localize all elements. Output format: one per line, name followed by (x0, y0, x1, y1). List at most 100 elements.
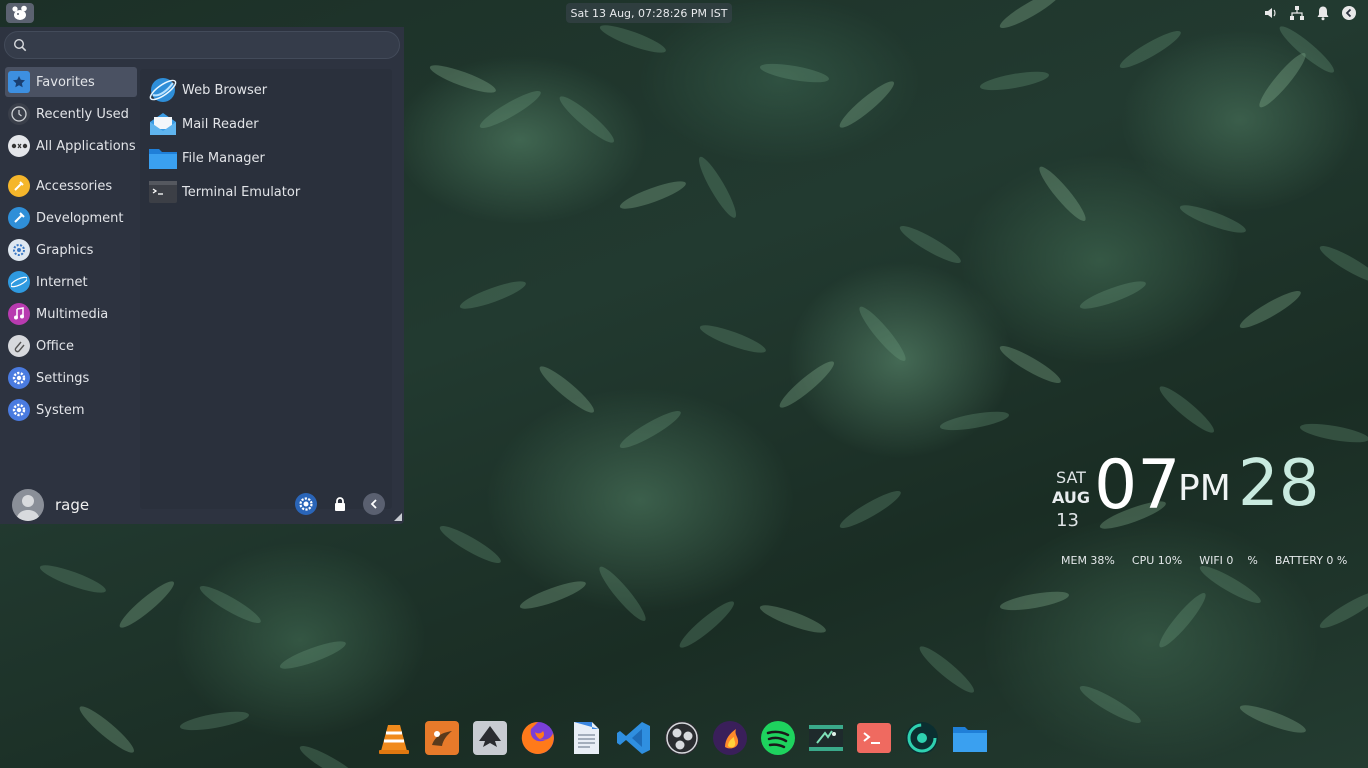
terminal-dock-icon[interactable] (854, 718, 894, 758)
leaf-decoration (675, 596, 739, 653)
system-tray (1262, 3, 1358, 23)
app-file-manager[interactable]: File Manager (140, 141, 392, 175)
settings-icon (8, 367, 30, 389)
leaf-decoration (37, 560, 109, 598)
leaf-decoration (178, 707, 251, 734)
vlc-icon[interactable] (374, 718, 414, 758)
accessories-icon (8, 175, 30, 197)
search-icon (13, 38, 27, 52)
firefox-icon[interactable] (518, 718, 558, 758)
leaf-decoration (1316, 585, 1368, 634)
app-list: Web Browser Mail Reader File Manager Termin… (140, 69, 392, 509)
settings-manager-icon (299, 497, 313, 511)
network-icon[interactable] (1288, 3, 1306, 23)
category-recently-used[interactable]: Recently Used (5, 99, 137, 129)
leaf-decoration (1237, 700, 1309, 738)
leaf-decoration (75, 701, 139, 758)
vscode-icon[interactable] (614, 718, 654, 758)
menu-footer: rage (0, 485, 404, 523)
search-input[interactable] (35, 37, 375, 53)
category-multimedia[interactable]: Multimedia (5, 299, 137, 329)
star-icon (8, 71, 30, 93)
development-icon (8, 207, 30, 229)
mouse-logo-icon (12, 5, 27, 20)
multimedia-icon (8, 303, 30, 325)
gimp-icon[interactable] (422, 718, 462, 758)
all-apps-icon (8, 135, 30, 157)
clock-icon (8, 103, 30, 125)
leaf-decoration (594, 562, 651, 626)
leaf-decoration (196, 580, 265, 629)
category-system[interactable]: System (5, 395, 137, 425)
category-list: Favorites Recently Used All Applications Ac… (5, 67, 137, 427)
leaf-decoration (457, 276, 529, 314)
avatar[interactable] (12, 489, 44, 521)
leaf-decoration (1254, 48, 1311, 112)
leaf-decoration (854, 302, 911, 366)
panel-clock[interactable]: Sat 13 Aug, 07:28:26 PM IST (566, 3, 732, 23)
internet-icon (8, 271, 30, 293)
leaf-decoration (915, 641, 979, 698)
lock-screen-button[interactable] (329, 493, 351, 515)
obs-icon[interactable] (662, 718, 702, 758)
text-editor-icon[interactable] (566, 718, 606, 758)
app-web-browser[interactable]: Web Browser (140, 73, 392, 107)
conky-hour: 07 (1094, 446, 1181, 525)
leaf-decoration (1298, 420, 1368, 447)
category-favorites[interactable]: Favorites (5, 67, 137, 97)
leaf-decoration (436, 520, 505, 569)
dock (374, 718, 990, 764)
category-accessories[interactable]: Accessories (5, 171, 137, 201)
category-label: Graphics (36, 242, 94, 258)
leaf-decoration (1154, 588, 1211, 652)
app-label: File Manager (182, 150, 265, 166)
category-settings[interactable]: Settings (5, 363, 137, 393)
back-button[interactable] (363, 493, 385, 515)
category-label: Development (36, 210, 124, 226)
app-mail-reader[interactable]: Mail Reader (140, 107, 392, 141)
system-stats: MEM 38% CPU 10% WIFI 0 % BATTERY 0 % (1061, 554, 1364, 567)
back-icon (370, 499, 377, 509)
battery-stat: BATTERY 0 % (1274, 554, 1348, 567)
gitkraken-icon[interactable] (902, 718, 942, 758)
cpu-stat: CPU 10% (1131, 554, 1183, 567)
category-label: Internet (36, 274, 88, 290)
mail-reader-icon (148, 109, 178, 139)
leaf-decoration (476, 85, 545, 134)
web-browser-icon (148, 75, 178, 105)
category-all-applications[interactable]: All Applications (5, 131, 137, 161)
spotify-icon[interactable] (758, 718, 798, 758)
leaf-decoration (896, 220, 965, 269)
username: rage (55, 496, 90, 514)
power-icon[interactable] (1340, 3, 1358, 23)
category-label: Recently Used (36, 106, 129, 122)
leaf-decoration (757, 600, 829, 638)
office-icon (8, 335, 30, 357)
category-graphics[interactable]: Graphics (5, 235, 137, 265)
top-panel: Sat 13 Aug, 07:28:26 PM IST (0, 0, 1368, 26)
leaf-decoration (1077, 276, 1149, 314)
category-label: Favorites (36, 74, 95, 90)
leaf-decoration (1196, 560, 1265, 609)
leaf-decoration (1236, 285, 1305, 334)
category-internet[interactable]: Internet (5, 267, 137, 297)
leaf-decoration (535, 361, 599, 418)
files-icon[interactable] (950, 718, 990, 758)
leaf-decoration (1177, 200, 1249, 238)
category-development[interactable]: Development (5, 203, 137, 233)
leaf-decoration (697, 320, 769, 358)
leaf-decoration (836, 485, 905, 534)
category-office[interactable]: Office (5, 331, 137, 361)
kingsoft-icon[interactable] (710, 718, 750, 758)
whisker-menu-button[interactable] (6, 3, 34, 23)
kdenlive-icon[interactable] (806, 718, 846, 758)
leaf-decoration (296, 740, 365, 768)
volume-icon[interactable] (1262, 3, 1280, 23)
leaf-decoration (617, 176, 689, 214)
app-terminal-emulator[interactable]: Terminal Emulator (140, 175, 392, 209)
settings-manager-button[interactable] (295, 493, 317, 515)
resize-grip[interactable] (394, 513, 402, 521)
notification-bell-icon[interactable] (1314, 3, 1332, 23)
inkscape-icon[interactable] (470, 718, 510, 758)
lock-icon (335, 497, 345, 511)
